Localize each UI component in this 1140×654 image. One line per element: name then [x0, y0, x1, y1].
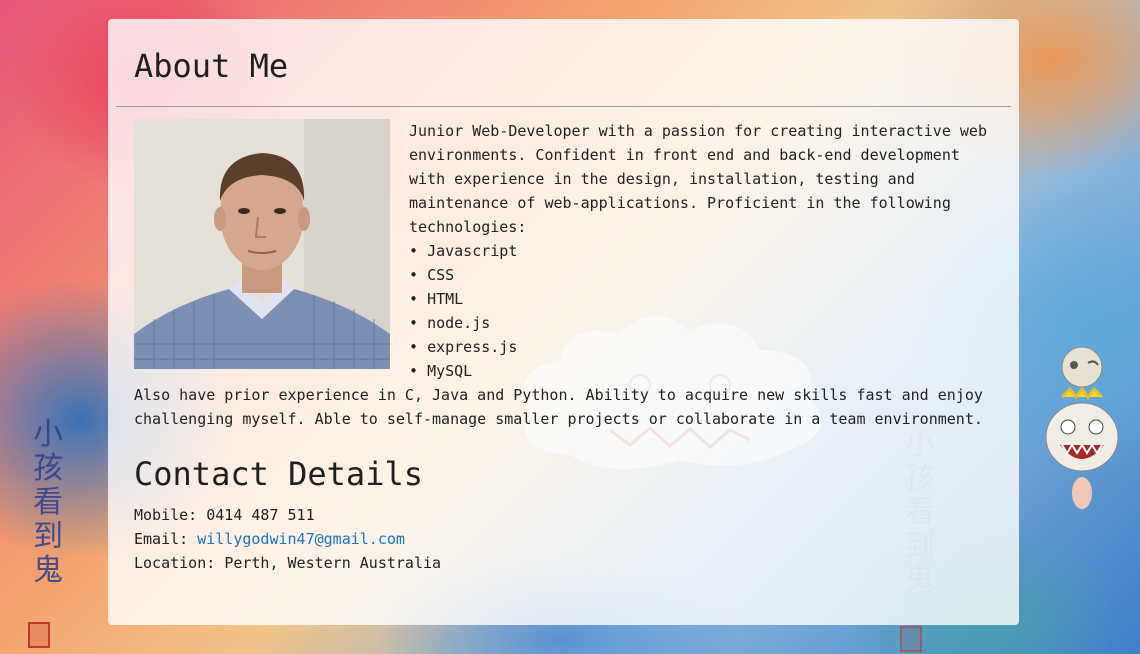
background-kanji-char: 到 — [33, 519, 63, 554]
card-header: About Me — [116, 19, 1011, 107]
background-seal-stamp — [28, 622, 50, 648]
background-seal-stamp — [900, 626, 922, 652]
location-value: Perth, Western Australia — [224, 554, 442, 572]
background-kanji-left: 小 孩 看 到 鬼 — [28, 418, 68, 588]
contact-location: Location: Perth, Western Australia — [134, 551, 994, 575]
page-title: About Me — [134, 47, 289, 85]
background-kanji-char: 小 — [33, 417, 63, 452]
contact-mobile: Mobile: 0414 487 511 — [134, 503, 994, 527]
email-link[interactable]: willygodwin47@gmail.com — [197, 530, 405, 548]
contact-title: Contact Details — [134, 455, 423, 493]
outro-text: Also have prior experience in C, Java an… — [134, 386, 983, 428]
profile-photo-image — [134, 119, 390, 369]
email-label: Email: — [134, 530, 189, 548]
contact-email: Email: willygodwin47@gmail.com — [134, 527, 994, 551]
mobile-value: 0414 487 511 — [206, 506, 315, 524]
about-card: About Me Junior Web-Developer with a pas… — [108, 19, 1019, 625]
about-body: Junior Web-Developer with a passion for … — [134, 119, 994, 575]
background-kanji-char: 孩 — [33, 451, 63, 486]
location-label: Location: — [134, 554, 216, 572]
mobile-label: Mobile: — [134, 506, 198, 524]
background-character-figure — [1045, 346, 1119, 509]
background-kanji-char: 看 — [33, 485, 63, 520]
profile-photo — [134, 119, 390, 369]
background-kanji-char: 鬼 — [33, 553, 63, 588]
